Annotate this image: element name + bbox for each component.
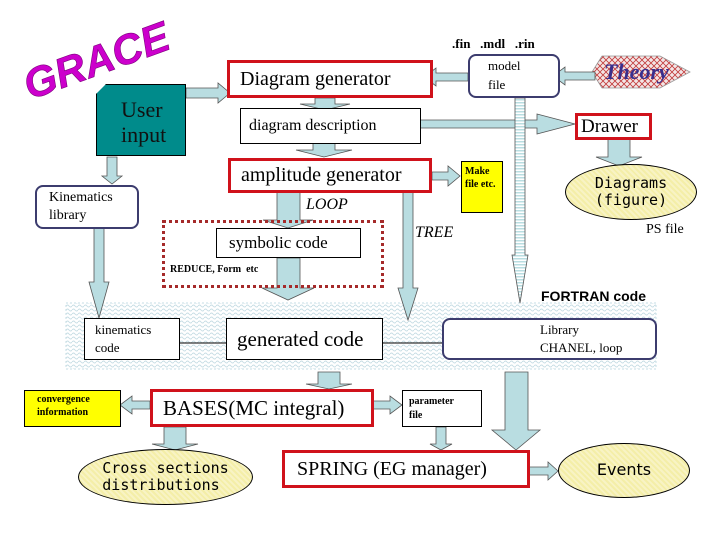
events-label: Events <box>596 460 652 480</box>
theory-label: Theory <box>604 59 669 84</box>
user-input-label: User input <box>121 97 167 148</box>
arrow-drawer-to-diagrams <box>595 137 643 167</box>
loop-label: LOOP <box>306 196 348 213</box>
reduce-form-label: REDUCE, Form etc <box>170 264 259 275</box>
library-chanel-label: Library CHANEL, loop <box>540 322 623 355</box>
arrow-bases-to-crosssections <box>151 426 199 451</box>
arrow-spring-to-events <box>527 461 559 481</box>
parameter-file-node: parameter file <box>402 390 482 427</box>
spring-node: SPRING (EG manager) <box>282 450 530 488</box>
model-file-label: model file <box>488 58 521 92</box>
fortran-code-label: FORTRAN code <box>541 288 646 304</box>
arrow-amplitude-to-makefile <box>431 165 461 187</box>
arrow-desc-to-drawer <box>419 113 577 135</box>
parameter-file-label: parameter file <box>409 395 454 421</box>
generated-code-node: generated code <box>226 318 383 360</box>
arrow-userinput-to-diagramgen <box>185 82 231 104</box>
diagram-description-label: diagram description <box>249 116 377 134</box>
kinematics-code-node: kinematics code <box>84 318 180 360</box>
diagrams-figure-label: Diagrams (figure) <box>594 173 668 209</box>
amplitude-generator-label: amplitude generator <box>241 164 402 186</box>
cross-sections-label: Cross sections distributions <box>102 458 229 494</box>
bases-label: BASES(MC integral) <box>163 395 345 420</box>
kinematics-library-label: Kinematics library <box>49 189 113 223</box>
file-extensions-label: .fin .mdl .rin <box>452 36 535 51</box>
arrow-generated-to-bases <box>305 371 353 390</box>
arrow-modelfile-to-fortran <box>511 97 529 304</box>
convergence-info-node: convergence information <box>24 390 121 427</box>
arrow-userinput-to-kinlib <box>100 156 124 185</box>
generated-code-label: generated code <box>237 326 364 351</box>
model-file-node: model file <box>468 54 560 98</box>
drawer-label: Drawer <box>581 115 638 137</box>
symbolic-code-label: symbolic code <box>229 233 328 253</box>
bases-node: BASES(MC integral) <box>150 389 374 427</box>
arrow-bases-to-paramfile <box>371 395 403 415</box>
spring-label: SPRING (EG manager) <box>297 457 487 480</box>
kinematics-code-label: kinematics code <box>95 322 152 355</box>
user-input-node: User input <box>96 84 186 156</box>
arrow-library-to-spring <box>490 371 542 451</box>
diagram-generator-label: Diagram generator <box>240 67 391 90</box>
arrow-bases-to-convergence <box>119 395 151 415</box>
arrow-amplitude-to-generated-tree <box>397 191 419 322</box>
library-chanel-node: Library CHANEL, loop <box>442 318 657 360</box>
cross-sections-node: Cross sections distributions <box>78 449 253 505</box>
amplitude-generator-node: amplitude generator <box>228 158 432 193</box>
kinematics-library-node: Kinematics library <box>35 185 139 229</box>
makefile-label: Make file etc. <box>465 166 496 190</box>
symbolic-code-node: symbolic code <box>216 228 361 258</box>
events-node: Events <box>558 443 690 498</box>
tree-label: TREE <box>415 224 454 241</box>
makefile-node: Make file etc. <box>461 161 503 213</box>
diagram-generator-node: Diagram generator <box>227 60 433 98</box>
drawer-node: Drawer <box>575 113 652 140</box>
arrow-paramfile-to-spring <box>429 426 453 451</box>
diagram-description-node: diagram description <box>240 108 421 144</box>
convergence-info-label: convergence information <box>37 394 90 418</box>
diagrams-figure-node: Diagrams (figure) <box>565 164 697 220</box>
ps-file-label: PS file <box>646 222 684 237</box>
arrow-desc-to-amplitude <box>295 142 353 158</box>
